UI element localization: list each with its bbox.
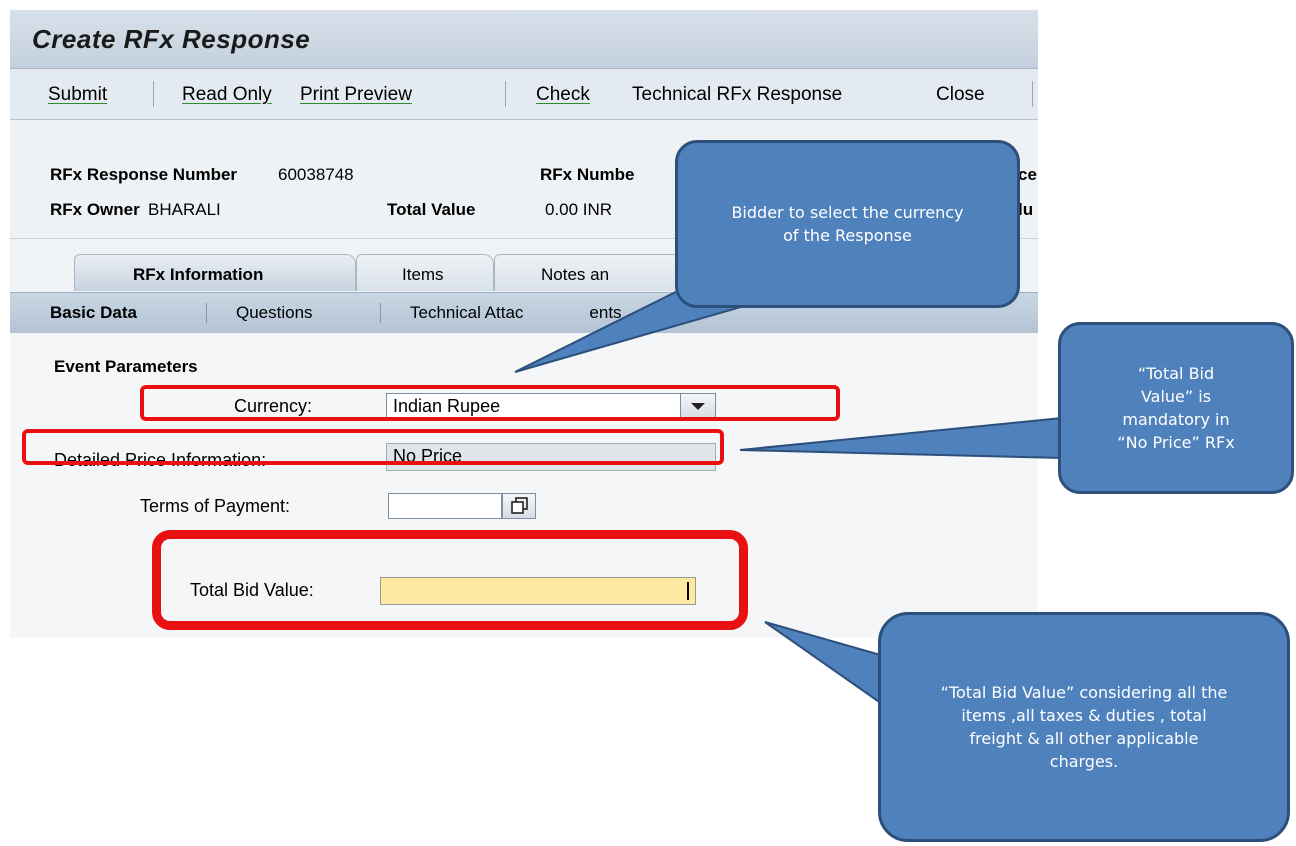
mandatory-callout: “Total Bid Value” is mandatory in “No Pr…: [1058, 322, 1294, 494]
total-bid-callout-text: “Total Bid Value” considering all the it…: [940, 683, 1228, 771]
mandatory-callout-text: “Total Bid Value” is mandatory in “No Pr…: [1117, 364, 1235, 452]
currency-callout: Bidder to select the currency of the Res…: [675, 140, 1020, 308]
total-bid-callout: “Total Bid Value” considering all the it…: [878, 612, 1290, 842]
currency-callout-text: Bidder to select the currency of the Res…: [731, 203, 964, 245]
callout-tail: [739, 416, 1063, 460]
